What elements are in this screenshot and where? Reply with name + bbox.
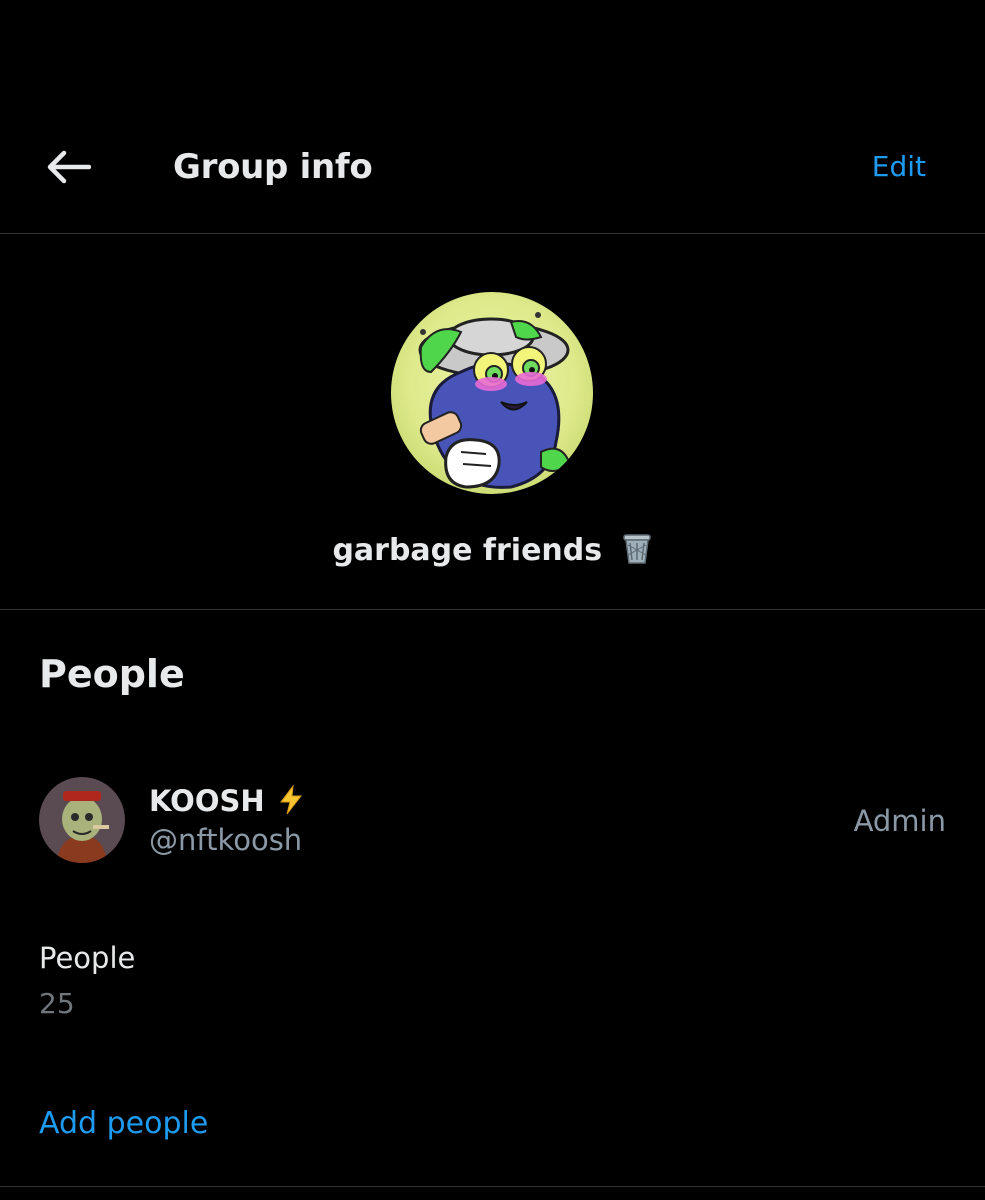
wastebasket-icon	[622, 534, 651, 564]
member-name: KOOSH	[149, 782, 303, 820]
member-handle: @nftkoosh	[149, 823, 303, 857]
arrow-left-icon	[47, 150, 91, 184]
edit-button[interactable]: Edit	[872, 146, 926, 188]
add-people-button[interactable]: Add people	[39, 1102, 208, 1146]
member-role-badge: Admin	[853, 804, 946, 838]
group-avatar[interactable]	[391, 292, 593, 494]
back-button[interactable]	[36, 140, 100, 194]
page-title: Group info	[173, 147, 373, 187]
ape-character-image	[39, 777, 125, 863]
top-bar: Group info Edit	[0, 0, 985, 234]
member-row[interactable]: KOOSH @nftkoosh Admin	[0, 760, 985, 880]
group-name: garbage friends	[0, 530, 985, 572]
blob-character-image	[391, 292, 593, 494]
people-count: People 25	[39, 938, 135, 1024]
member-name-text: KOOSH	[149, 784, 265, 818]
people-count-value: 25	[39, 987, 75, 1020]
member-avatar[interactable]	[39, 777, 125, 863]
group-summary: garbage friends	[0, 234, 985, 610]
divider	[0, 1186, 985, 1187]
lightning-icon	[279, 784, 302, 815]
people-count-label: People	[39, 941, 136, 975]
group-name-text: garbage friends	[332, 533, 603, 568]
people-section-heading: People	[39, 652, 185, 696]
